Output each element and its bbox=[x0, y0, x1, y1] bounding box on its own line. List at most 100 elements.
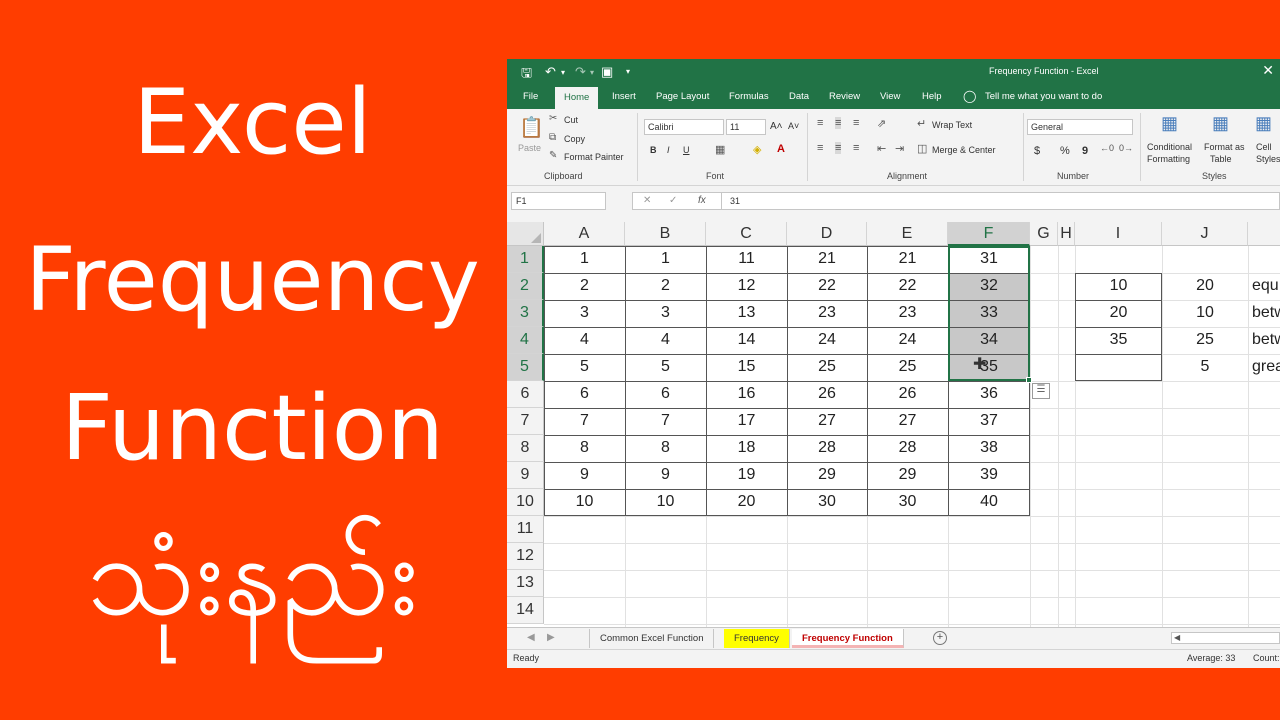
sheet-tab-common[interactable]: Common Excel Function bbox=[589, 629, 715, 648]
bold-button[interactable]: B bbox=[650, 145, 657, 155]
bin-cell[interactable]: 10 bbox=[1075, 273, 1162, 300]
decrease-indent-icon[interactable]: ⇤ bbox=[877, 142, 886, 155]
cut-button[interactable]: Cut bbox=[564, 115, 578, 125]
add-sheet-icon[interactable]: + bbox=[933, 631, 947, 645]
currency-button[interactable]: $ bbox=[1034, 145, 1040, 157]
worksheet-grid[interactable]: A B C D E F G H I J 1 2 3 4 5 6 7 8 9 10 11 12 13 14 1 1 11 21 21 31 2… bbox=[507, 222, 1280, 627]
row-header[interactable]: 14 bbox=[507, 597, 544, 624]
orientation-icon[interactable]: ⇗ bbox=[877, 117, 886, 130]
undo-dropdown-icon[interactable]: ▾ bbox=[561, 68, 565, 77]
sheet-prev-icon[interactable]: ◀ bbox=[527, 632, 535, 643]
decrease-decimal-icon[interactable]: 0→ bbox=[1119, 143, 1133, 153]
redo-icon[interactable]: ↷ bbox=[575, 64, 586, 80]
font-color-icon[interactable]: A bbox=[777, 143, 785, 155]
bin-label-cell[interactable]: betw bbox=[1248, 300, 1280, 327]
sheet-tab-frequency-function[interactable]: Frequency Function bbox=[792, 629, 904, 648]
align-top-icon[interactable]: ≡ bbox=[817, 117, 823, 129]
borders-icon[interactable]: ▦ bbox=[715, 143, 725, 156]
row-header[interactable]: 8 bbox=[507, 435, 544, 462]
format-painter-button[interactable]: Format Painter bbox=[564, 152, 624, 162]
paste-button[interactable]: Paste bbox=[518, 143, 541, 153]
conditional-formatting-button[interactable]: Conditional bbox=[1147, 142, 1192, 152]
camera-icon[interactable]: ▣ bbox=[601, 64, 613, 80]
sheet-next-icon[interactable]: ▶ bbox=[547, 632, 555, 643]
column-header[interactable]: B bbox=[625, 222, 706, 246]
cancel-icon[interactable]: ✕ bbox=[643, 195, 651, 206]
merge-center-button[interactable]: Merge & Center bbox=[932, 145, 996, 155]
italic-button[interactable]: I bbox=[667, 145, 670, 155]
align-right-icon[interactable]: ≡ bbox=[853, 142, 859, 154]
redo-dropdown-icon[interactable]: ▾ bbox=[590, 68, 594, 77]
format-as-table-button[interactable]: Format as bbox=[1204, 142, 1245, 152]
row-header[interactable]: 6 bbox=[507, 381, 544, 408]
undo-icon[interactable]: ↶ bbox=[545, 64, 556, 80]
bin-cell[interactable] bbox=[1075, 354, 1162, 381]
percent-button[interactable]: % bbox=[1060, 145, 1070, 157]
align-bottom-icon[interactable]: ≡ bbox=[853, 117, 859, 129]
formula-input[interactable]: 31 bbox=[721, 192, 1280, 210]
tab-insert[interactable]: Insert bbox=[612, 91, 636, 102]
font-name-select[interactable]: Calibri bbox=[644, 119, 724, 135]
customize-qat-icon[interactable]: ▾ bbox=[626, 67, 630, 76]
bin-label-cell[interactable]: betw bbox=[1248, 327, 1280, 354]
column-header[interactable]: D bbox=[787, 222, 867, 246]
tab-home[interactable]: Home bbox=[555, 87, 599, 109]
row-header[interactable]: 1 bbox=[507, 246, 544, 273]
bin-label-cell[interactable]: equ bbox=[1248, 273, 1280, 300]
paste-icon[interactable]: 📋 bbox=[519, 115, 544, 140]
tab-file[interactable]: File bbox=[523, 91, 538, 102]
tab-data[interactable]: Data bbox=[789, 91, 809, 102]
align-middle-icon[interactable]: ≡ bbox=[835, 117, 842, 129]
font-size-select[interactable]: 11 bbox=[726, 119, 766, 135]
fill-color-icon[interactable]: ◈ bbox=[753, 143, 761, 156]
column-header[interactable]: C bbox=[706, 222, 787, 246]
insert-function-icon[interactable]: fx bbox=[698, 195, 706, 206]
tab-view[interactable]: View bbox=[880, 91, 900, 102]
tab-page-layout[interactable]: Page Layout bbox=[656, 91, 709, 102]
select-all-corner[interactable] bbox=[507, 222, 544, 246]
wrap-text-button[interactable]: Wrap Text bbox=[932, 120, 972, 130]
row-header[interactable]: 13 bbox=[507, 570, 544, 597]
column-header[interactable]: H bbox=[1058, 222, 1075, 246]
align-center-icon[interactable]: ≡ bbox=[835, 142, 842, 154]
column-header[interactable]: J bbox=[1162, 222, 1248, 246]
number-format-select[interactable]: General bbox=[1027, 119, 1133, 135]
quick-analysis-icon[interactable]: ☰ bbox=[1032, 383, 1050, 399]
bin-label-cell[interactable]: grea bbox=[1248, 354, 1280, 381]
sheet-tab-frequency[interactable]: Frequency bbox=[724, 629, 790, 648]
increase-decimal-icon[interactable]: ←0 bbox=[1100, 143, 1114, 153]
save-icon[interactable]: 🖫 bbox=[521, 64, 532, 86]
format-as-table-button-line2[interactable]: Table bbox=[1210, 154, 1232, 164]
scroll-left-icon[interactable]: ◀ bbox=[1174, 633, 1180, 642]
name-box[interactable]: F1 bbox=[511, 192, 606, 210]
column-header[interactable] bbox=[1248, 222, 1280, 246]
enter-icon[interactable]: ✓ bbox=[669, 195, 677, 206]
row-header[interactable]: 11 bbox=[507, 516, 544, 543]
bin-cell[interactable]: 20 bbox=[1075, 300, 1162, 327]
bin-cell[interactable]: 10 bbox=[1162, 300, 1248, 327]
copy-button[interactable]: Copy bbox=[564, 134, 585, 144]
row-header[interactable]: 2 bbox=[507, 273, 544, 300]
horizontal-scrollbar[interactable]: ◀ bbox=[1171, 632, 1280, 644]
comma-button[interactable]: 9 bbox=[1082, 145, 1088, 157]
row-header[interactable]: 10 bbox=[507, 489, 544, 516]
cell-styles-button-line2[interactable]: Styles bbox=[1256, 154, 1280, 164]
increase-indent-icon[interactable]: ⇥ bbox=[895, 142, 904, 155]
conditional-formatting-button-line2[interactable]: Formatting bbox=[1147, 154, 1190, 164]
row-header[interactable]: 4 bbox=[507, 327, 544, 354]
column-header[interactable]: F bbox=[948, 222, 1030, 246]
bin-cell[interactable]: 25 bbox=[1162, 327, 1248, 354]
grow-font-button[interactable]: A˄ bbox=[770, 121, 783, 132]
tell-me-search[interactable]: Tell me what you want to do bbox=[985, 91, 1102, 102]
shrink-font-button[interactable]: A˅ bbox=[788, 121, 799, 131]
cell-styles-button[interactable]: Cell bbox=[1256, 142, 1272, 152]
row-header[interactable]: 9 bbox=[507, 462, 544, 489]
align-left-icon[interactable]: ≡ bbox=[817, 142, 823, 154]
underline-button[interactable]: U bbox=[683, 145, 690, 155]
column-header[interactable]: G bbox=[1030, 222, 1058, 246]
row-header[interactable]: 5 bbox=[507, 354, 544, 381]
row-header[interactable]: 12 bbox=[507, 543, 544, 570]
column-header[interactable]: E bbox=[867, 222, 948, 246]
tab-review[interactable]: Review bbox=[829, 91, 860, 102]
column-header[interactable]: I bbox=[1075, 222, 1162, 246]
